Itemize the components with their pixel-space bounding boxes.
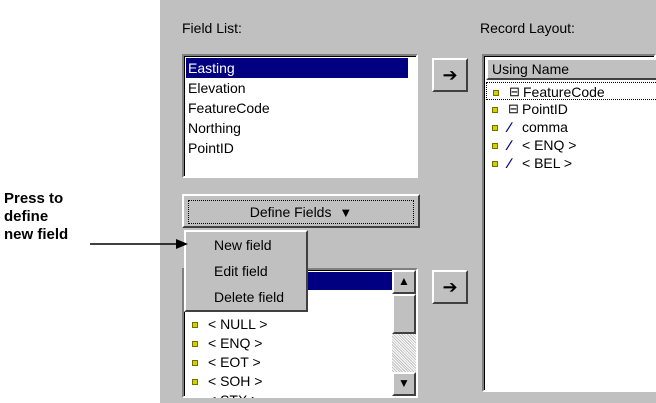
right-arrow-icon: ➔ bbox=[442, 277, 458, 297]
lower-list-item-label: < EOT > bbox=[208, 354, 261, 370]
record-row-label: PointID bbox=[522, 101, 568, 117]
triangle-up-icon: ▲ bbox=[398, 274, 410, 288]
add-field-button[interactable]: ➔ bbox=[432, 58, 468, 92]
bullet-icon bbox=[192, 360, 198, 366]
lower-list-item[interactable]: < NULL > bbox=[186, 314, 388, 334]
scroll-thumb[interactable] bbox=[392, 294, 416, 334]
scroll-up-button[interactable]: ▲ bbox=[392, 270, 416, 294]
table-icon: ⊟ bbox=[509, 84, 520, 99]
bullet-icon bbox=[493, 90, 499, 96]
dropdown-arrow-icon: ▼ bbox=[339, 205, 353, 220]
bullet-icon bbox=[492, 107, 498, 113]
table-icon: ⊟ bbox=[508, 101, 519, 116]
record-row[interactable]: ⊟ FeatureCode bbox=[486, 82, 656, 100]
lower-list-item-label: < STX > bbox=[208, 390, 259, 398]
lower-list-item[interactable]: < EOT > bbox=[186, 352, 388, 372]
bullet-icon bbox=[492, 161, 498, 167]
lower-list-item-label: < NULL > bbox=[208, 316, 268, 332]
triangle-down-icon: ▼ bbox=[398, 376, 410, 390]
field-list-item[interactable]: PointID bbox=[186, 138, 408, 158]
field-list-item[interactable]: Elevation bbox=[186, 78, 408, 98]
record-layout-header[interactable]: Using Name bbox=[486, 58, 656, 80]
define-fields-focus: Define Fields ▼ bbox=[188, 200, 414, 224]
lower-list-item[interactable]: < STX > bbox=[186, 390, 388, 398]
vertical-scrollbar[interactable]: ▲ ▼ bbox=[392, 270, 416, 396]
define-fields-menu: New field Edit field Delete field bbox=[184, 230, 308, 312]
callout-line: Press to bbox=[4, 190, 64, 207]
lower-list-item-label: < ENQ > bbox=[208, 335, 263, 351]
record-row-label: < ENQ > bbox=[522, 137, 577, 153]
record-row[interactable]: ⊟ PointID bbox=[486, 100, 656, 118]
menu-item-delete-field[interactable]: Delete field bbox=[188, 285, 334, 309]
record-row-label: < BEL > bbox=[522, 155, 573, 171]
field-list-item[interactable]: Northing bbox=[186, 118, 408, 138]
record-layout-title: Record Layout: bbox=[480, 20, 575, 36]
field-list-title: Field List: bbox=[182, 20, 242, 36]
define-fields-button[interactable]: Define Fields ▼ bbox=[182, 194, 420, 228]
slash-icon: ∕ bbox=[508, 137, 511, 153]
record-row[interactable]: ∕ < ENQ > bbox=[486, 136, 656, 154]
lower-list-item[interactable]: < ENQ > bbox=[186, 333, 388, 353]
bullet-icon bbox=[192, 379, 198, 385]
record-row[interactable]: ∕ comma bbox=[486, 118, 656, 136]
field-list-box[interactable]: Easting Elevation FeatureCode Northing P… bbox=[182, 54, 418, 178]
bullet-icon bbox=[192, 341, 198, 347]
lower-list-item[interactable]: < SOH > bbox=[186, 371, 388, 391]
record-row[interactable]: ∕ < BEL > bbox=[486, 154, 656, 172]
scroll-down-button[interactable]: ▼ bbox=[392, 372, 416, 396]
callout-line: new field bbox=[4, 226, 69, 243]
bullet-icon bbox=[492, 143, 498, 149]
callout-text: Press to define new field bbox=[4, 190, 68, 244]
field-list-item[interactable]: Easting bbox=[186, 58, 408, 78]
menu-item-edit-field[interactable]: Edit field bbox=[188, 259, 334, 283]
lower-list-item-label: < SOH > bbox=[208, 373, 263, 389]
menu-item-new-field[interactable]: New field bbox=[188, 233, 334, 257]
record-row-label: comma bbox=[522, 119, 568, 135]
bullet-icon bbox=[492, 125, 498, 131]
slash-icon: ∕ bbox=[508, 119, 511, 135]
record-layout-box[interactable]: Using Name ⊟ FeatureCode ⊟ PointID ∕ com… bbox=[482, 54, 656, 392]
slash-icon: ∕ bbox=[508, 155, 511, 171]
bullet-icon bbox=[192, 322, 198, 328]
define-fields-label: Define Fields bbox=[249, 204, 332, 220]
right-arrow-icon: ➔ bbox=[442, 65, 458, 85]
field-list-item[interactable]: FeatureCode bbox=[186, 98, 408, 118]
add-delimiter-button[interactable]: ➔ bbox=[432, 270, 468, 304]
record-row-label: FeatureCode bbox=[523, 84, 605, 100]
callout-arrow bbox=[90, 239, 188, 249]
callout-line: define bbox=[4, 208, 49, 225]
